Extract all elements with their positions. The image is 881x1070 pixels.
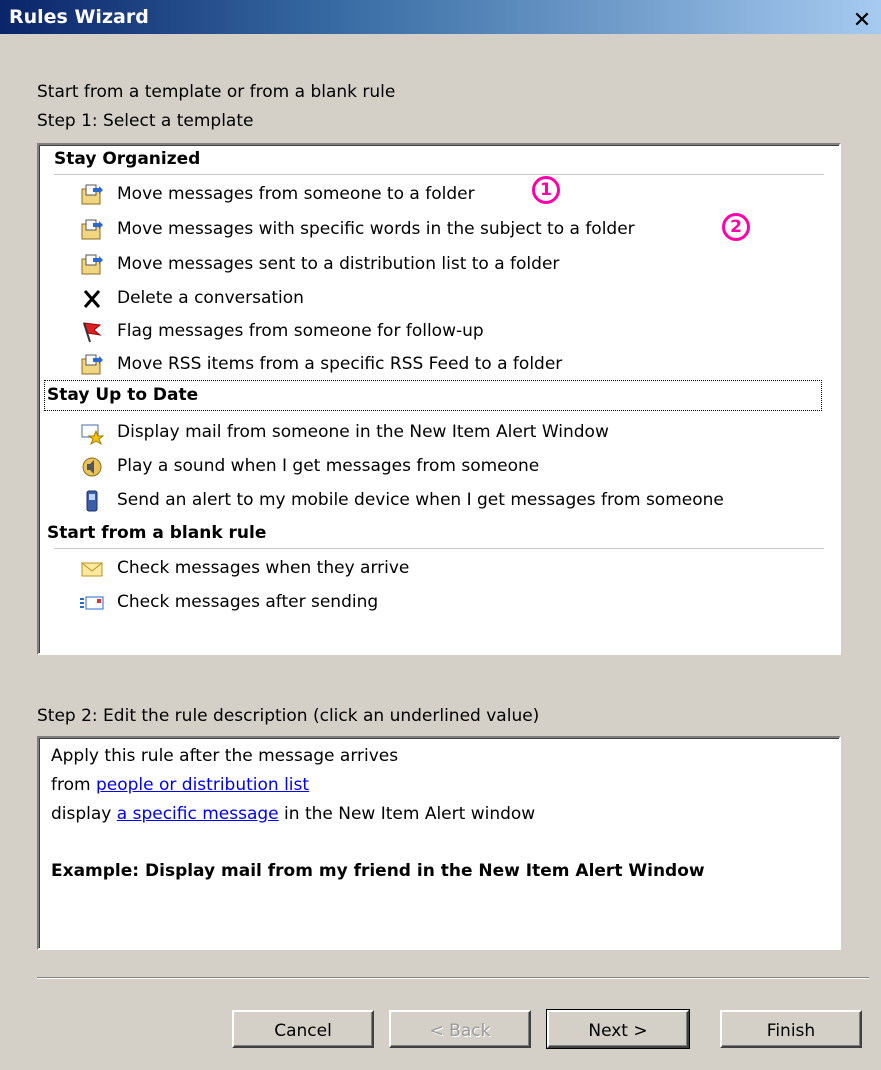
back-button[interactable]: < Back <box>389 1010 531 1048</box>
template-item-label: Check messages after sending <box>117 592 379 612</box>
description-text: in the New Item Alert window <box>278 804 536 824</box>
description-line: display a specific message in the New It… <box>51 804 535 824</box>
template-item-label: Send an alert to my mobile device when I… <box>117 490 724 510</box>
next-button[interactable]: Next > <box>546 1009 690 1049</box>
button-separator <box>37 977 869 979</box>
example-text: Example: Display mail from my friend in … <box>51 861 705 881</box>
close-button[interactable]: ✕ <box>848 10 876 32</box>
group-header-stay-up-to-date: Stay Up to Date <box>47 385 199 405</box>
specific-message-link[interactable]: a specific message <box>117 804 279 824</box>
template-item-label: Delete a conversation <box>117 288 304 308</box>
callout-number-1: 1 <box>532 176 560 204</box>
people-or-distribution-list-link[interactable]: people or distribution list <box>96 775 309 795</box>
description-line: from people or distribution list <box>51 775 309 795</box>
template-item-label: Move messages sent to a distribution lis… <box>117 254 560 274</box>
template-item-label: Move RSS items from a specific RSS Feed … <box>117 354 563 374</box>
template-item-label: Move messages from someone to a folder <box>117 184 475 204</box>
group-divider <box>54 174 824 175</box>
description-text: from <box>51 775 96 795</box>
group-divider <box>54 548 824 549</box>
envelope-icon <box>81 562 103 577</box>
description-text: display <box>51 804 117 824</box>
title-bar[interactable]: Rules Wizard ✕ <box>0 0 881 34</box>
template-item-label: Check messages when they arrive <box>117 558 410 578</box>
group-header-blank-rule: Start from a blank rule <box>47 523 267 543</box>
intro-text: Start from a template or from a blank ru… <box>37 82 396 102</box>
rules-wizard-dialog: Rules Wizard ✕ Start from a template or … <box>0 0 881 1070</box>
mobile-device-icon <box>86 490 98 512</box>
step1-label: Step 1: Select a template <box>37 111 254 131</box>
description-line: Apply this rule after the message arrive… <box>51 746 399 766</box>
rule-description-box: Apply this rule after the message arrive… <box>37 736 841 950</box>
template-item-label: Display mail from someone in the New Ite… <box>117 422 609 442</box>
step2-label: Step 2: Edit the rule description (click… <box>37 706 540 726</box>
window-title: Rules Wizard <box>9 6 149 28</box>
finish-button[interactable]: Finish <box>720 1010 862 1048</box>
move-to-folder-icon <box>81 254 103 275</box>
move-to-folder-icon <box>81 354 103 375</box>
red-flag-icon <box>83 322 102 343</box>
delete-x-icon <box>83 290 101 308</box>
template-list[interactable]: Stay Organized Move messages from someon… <box>37 143 841 655</box>
move-to-folder-icon <box>81 184 103 205</box>
move-to-folder-icon <box>81 219 103 240</box>
callout-number-2: 2 <box>722 213 750 241</box>
template-item-label: Move messages with specific words in the… <box>117 219 635 239</box>
template-item-label: Flag messages from someone for follow-up <box>117 321 484 341</box>
speaker-sound-icon <box>82 457 102 477</box>
group-header-stay-organized: Stay Organized <box>54 149 201 169</box>
sent-message-icon <box>80 596 104 610</box>
cancel-button[interactable]: Cancel <box>232 1010 374 1048</box>
new-item-alert-icon <box>81 424 104 445</box>
template-item-label: Play a sound when I get messages from so… <box>117 456 540 476</box>
